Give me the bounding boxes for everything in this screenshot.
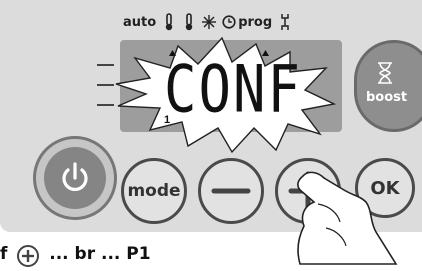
plus-button-small-icon xyxy=(17,245,40,267)
instruction-prefix: f xyxy=(0,244,8,264)
instruction-text: f ... br ... P1 xyxy=(0,244,200,271)
pointing-hand-illustration xyxy=(297,171,398,265)
instruction-suffix: ... br ... P1 xyxy=(49,244,151,264)
